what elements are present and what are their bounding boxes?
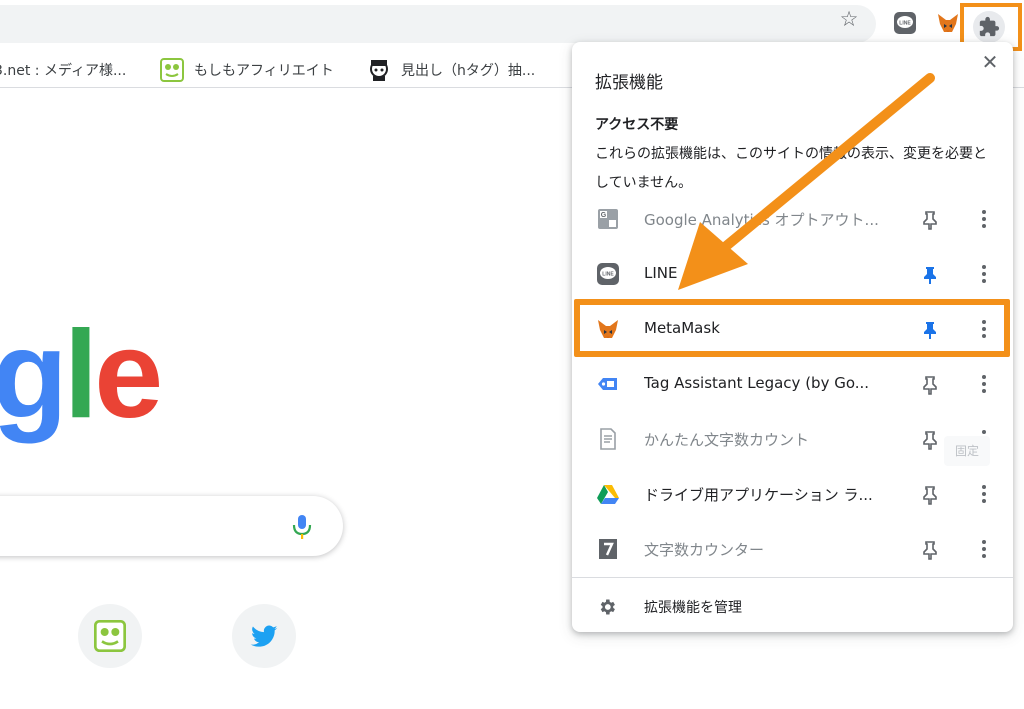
google-drive-icon <box>597 485 619 504</box>
microphone-icon[interactable] <box>292 514 312 540</box>
moshimo-favicon <box>160 58 184 82</box>
pin-outline-icon[interactable] <box>920 540 940 560</box>
google-analytics-icon: G <box>598 209 618 229</box>
extension-row-moji-counter[interactable]: 文字数カウンター <box>572 522 1013 577</box>
manage-extensions-label: 拡張機能を管理 <box>644 600 742 616</box>
more-vert-icon[interactable] <box>980 208 988 230</box>
line-icon: LINE <box>597 263 619 285</box>
more-vert-icon[interactable] <box>980 373 988 395</box>
extension-name: LINE <box>644 264 678 282</box>
line-extension-icon[interactable]: LINE <box>893 11 917 35</box>
extension-row-google-analytics[interactable]: G Google Analytics オプトアウト... <box>572 192 1013 247</box>
star-icon[interactable]: ☆ <box>837 7 861 31</box>
section-description: これらの拡張機能は、このサイトの情報の表示、変更を必要としていません。 <box>595 146 987 191</box>
extension-name: かんたん文字数カウント <box>644 431 810 449</box>
logo-letter: l <box>63 306 99 444</box>
document-icon <box>600 428 616 450</box>
bookmark-item[interactable]: 3.net : メディア様... <box>0 58 126 82</box>
metamask-extension-icon[interactable] <box>936 11 960 35</box>
pin-tooltip: 固定 <box>944 436 990 466</box>
pin-filled-icon[interactable] <box>920 265 940 285</box>
extension-row-drive[interactable]: ドライブ用アプリケーション ラ... <box>572 467 1013 522</box>
manage-extensions-button[interactable]: 拡張機能を管理 <box>572 582 1013 630</box>
pin-outline-icon[interactable] <box>920 375 940 395</box>
svg-text:LINE: LINE <box>602 272 614 278</box>
extension-name: Google Analytics オプトアウト... <box>644 211 879 229</box>
svg-text:LINE: LINE <box>899 21 911 27</box>
shortcut-moshimo[interactable] <box>78 604 142 668</box>
divider <box>572 577 1013 578</box>
character-favicon <box>370 60 388 81</box>
bookmark-item[interactable]: もしもアフィリエイト <box>160 58 334 82</box>
pin-outline-icon[interactable] <box>920 210 940 230</box>
more-vert-icon[interactable] <box>980 483 988 505</box>
pin-outline-icon[interactable] <box>920 485 940 505</box>
number-seven-icon <box>599 539 617 559</box>
puzzle-piece-icon <box>979 16 1000 37</box>
extension-name: ドライブ用アプリケーション ラ... <box>644 486 873 504</box>
logo-letter: e <box>94 306 163 444</box>
svg-text:G: G <box>601 212 607 219</box>
shortcut-twitter[interactable] <box>232 604 296 668</box>
browser-toolbar: ☆ LINE <box>0 0 1024 51</box>
twitter-bird-icon <box>250 625 278 647</box>
metamask-highlight-box <box>574 299 1010 357</box>
more-vert-icon[interactable] <box>980 538 988 560</box>
tag-assistant-icon <box>598 378 617 390</box>
close-icon[interactable]: ✕ <box>979 51 1001 73</box>
extension-row-line[interactable]: LINE LINE <box>572 247 1013 302</box>
bookmark-label: 3.net : メディア様... <box>0 63 127 79</box>
google-logo: gle <box>0 300 163 450</box>
bookmark-label: もしもアフィリエイト <box>194 63 334 79</box>
more-vert-icon[interactable] <box>980 263 988 285</box>
extension-name: 文字数カウンター <box>644 541 765 559</box>
moshimo-favicon <box>94 620 126 652</box>
popup-title: 拡張機能 <box>595 73 663 93</box>
extension-name: Tag Assistant Legacy (by Go... <box>644 374 870 392</box>
address-bar[interactable] <box>0 5 876 43</box>
logo-letter: g <box>0 306 68 444</box>
section-title: アクセス不要 <box>595 117 679 133</box>
extension-row-tag-assistant[interactable]: Tag Assistant Legacy (by Go... <box>572 357 1013 412</box>
bookmark-item[interactable]: 見出し（hタグ）抽... <box>367 58 535 82</box>
extensions-button[interactable] <box>973 11 1005 43</box>
bookmark-label: 見出し（hタグ）抽... <box>401 63 536 79</box>
pin-outline-icon[interactable] <box>920 430 940 450</box>
gear-icon <box>600 599 615 615</box>
